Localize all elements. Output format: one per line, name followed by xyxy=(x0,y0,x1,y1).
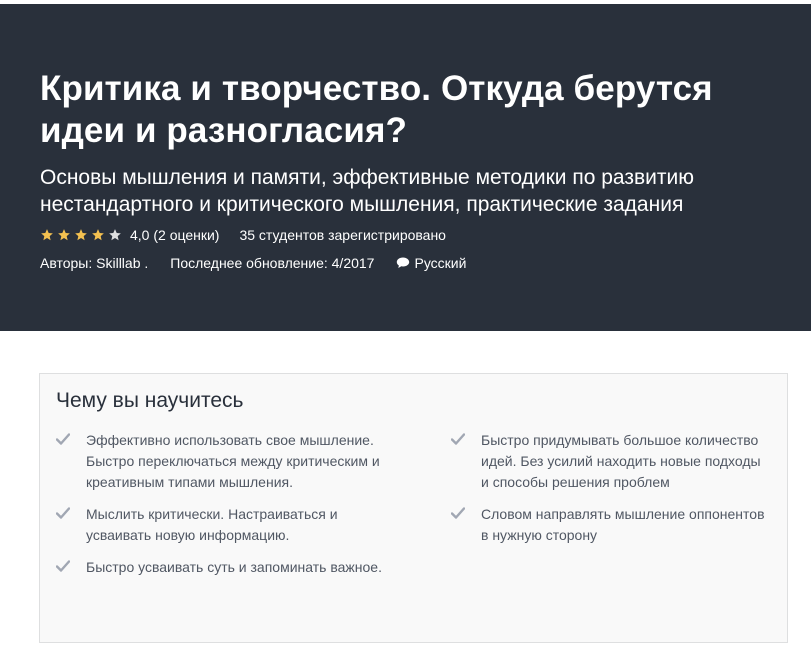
check-icon xyxy=(451,433,465,493)
comment-icon xyxy=(396,257,410,269)
check-icon xyxy=(56,560,70,578)
learn-item: Быстро усваивать суть и запоминать важно… xyxy=(56,557,451,578)
learn-item-text: Словом направлять мышление оппонентов в … xyxy=(481,506,765,543)
course-title: Критика и творчество. Откуда берутся иде… xyxy=(40,69,713,150)
rating-stars[interactable] xyxy=(40,228,122,242)
star-icon xyxy=(40,228,54,242)
learn-item-text: Мыслить критически. Настраиваться и усва… xyxy=(86,506,338,543)
rating-row: 4,0 (2 оценки) 35 студентов зарегистриро… xyxy=(40,226,771,244)
check-icon xyxy=(56,433,70,493)
course-header: Критика и творчество. Откуда берутся иде… xyxy=(0,4,811,331)
rating-value[interactable]: 4,0 (2 оценки) xyxy=(130,226,219,244)
learn-item: Мыслить критически. Настраиваться и усва… xyxy=(56,504,451,546)
course-subtitle: Основы мышления и памяти, эффективные ме… xyxy=(40,166,694,216)
check-icon xyxy=(56,507,70,546)
learn-item: Эффективно использовать свое мышление. Б… xyxy=(56,430,451,493)
learn-item: Словом направлять мышление оппонентов в … xyxy=(451,504,771,546)
learn-column-left: Эффективно использовать свое мышление. Б… xyxy=(56,430,451,589)
course-authors[interactable]: Авторы: Skilllab . xyxy=(40,254,148,272)
star-icon xyxy=(57,228,71,242)
learn-columns: Эффективно использовать свое мышление. Б… xyxy=(56,430,771,589)
star-icon xyxy=(91,228,105,242)
last-updated: Последнее обновление: 4/2017 xyxy=(170,255,375,271)
star-icon xyxy=(74,228,88,242)
language-label: Русский xyxy=(414,255,467,271)
check-icon xyxy=(451,507,465,546)
enrolled-count: 35 студентов зарегистрировано xyxy=(239,227,446,243)
learn-item-text: Эффективно использовать свое мышление. Б… xyxy=(86,432,380,490)
learn-column-right: Быстро придумывать большое количество ид… xyxy=(451,430,771,589)
learn-item-text: Быстро придумывать большое количество ид… xyxy=(481,432,761,490)
star-icon xyxy=(108,228,122,242)
learn-item: Быстро придумывать большое количество ид… xyxy=(451,430,771,493)
learn-item-text: Быстро усваивать суть и запоминать важно… xyxy=(86,559,382,575)
what-you-will-learn: Чему вы научитесь Эффективно использоват… xyxy=(39,373,788,643)
course-language: Русский xyxy=(396,254,466,272)
course-meta: Авторы: Skilllab . Последнее обновление:… xyxy=(40,254,771,272)
learn-heading: Чему вы научитесь xyxy=(56,389,244,412)
